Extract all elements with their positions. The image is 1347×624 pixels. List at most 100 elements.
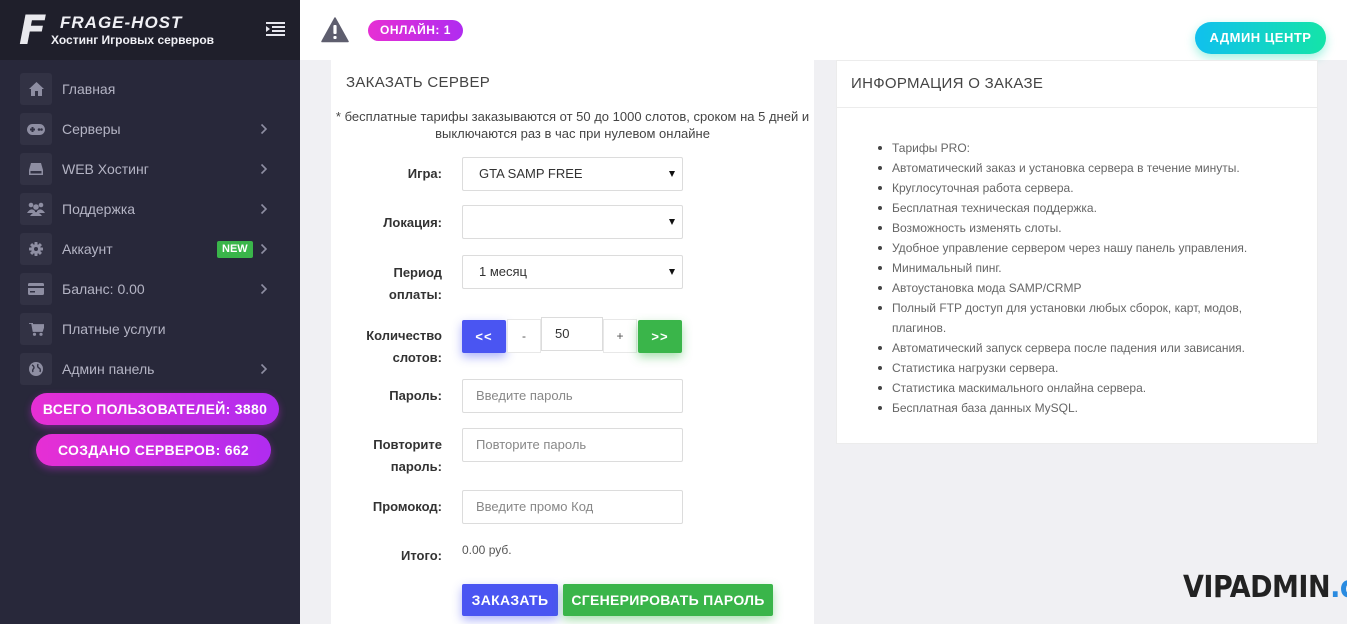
dropdown-arrow-icon bbox=[669, 171, 675, 177]
location-select[interactable] bbox=[462, 205, 683, 239]
list-item: Тарифы PRO: bbox=[878, 138, 1292, 158]
chevron-right-icon bbox=[260, 123, 268, 135]
dropdown-arrow-icon bbox=[669, 269, 675, 275]
menu-toggle-icon[interactable] bbox=[266, 22, 285, 36]
order-server-card: ЗАКАЗАТЬ СЕРВЕР * бесплатные тарифы зака… bbox=[331, 60, 814, 624]
password-label: Пароль: bbox=[389, 388, 442, 403]
watermark-main: VIPADMIN bbox=[1183, 569, 1331, 605]
sidebar-item-label: Поддержка bbox=[62, 201, 136, 217]
total-users-pill: ВСЕГО ПОЛЬЗОВАТЕЛЕЙ: 3880 bbox=[31, 393, 279, 425]
info-title: ИНФОРМАЦИЯ О ЗАКАЗЕ bbox=[851, 75, 1044, 92]
list-item: Автоустановка мода SAMP/CRMP bbox=[878, 278, 1292, 298]
chevron-right-icon bbox=[260, 283, 268, 295]
password-input[interactable]: Введите пароль bbox=[462, 379, 683, 413]
order-button[interactable]: ЗАКАЗАТЬ bbox=[462, 584, 558, 616]
period-label-line: оплаты: bbox=[388, 287, 442, 302]
sidebar-item-servers[interactable]: Серверы bbox=[0, 109, 300, 149]
period-label: Период оплаты: bbox=[389, 262, 442, 306]
admin-center-button[interactable]: АДМИН ЦЕНТР bbox=[1195, 22, 1326, 54]
warning-icon[interactable] bbox=[321, 17, 349, 43]
sidebar: F FRAGE-HOST Хостинг Игровых серверов Гл… bbox=[0, 0, 300, 624]
credit-card-icon bbox=[20, 273, 52, 305]
game-select[interactable]: GTA SAMP FREE bbox=[462, 157, 683, 191]
gamepad-icon bbox=[20, 113, 52, 145]
total-label: Итого: bbox=[401, 548, 442, 563]
game-label: Игра: bbox=[407, 166, 442, 181]
list-item: Удобное управление сервером через нашу п… bbox=[878, 238, 1292, 258]
sidebar-item-label: Баланс: 0.00 bbox=[62, 281, 145, 297]
info-list: Тарифы PRO: Автоматический заказ и устан… bbox=[878, 138, 1292, 418]
new-badge: NEW bbox=[217, 241, 253, 258]
total-value: 0.00 руб. bbox=[462, 543, 512, 557]
sidebar-menu: Главная Серверы WEB Хостинг Поддержка Ак… bbox=[0, 69, 300, 389]
chevron-right-icon bbox=[260, 243, 268, 255]
list-item: Минимальный пинг. bbox=[878, 258, 1292, 278]
hard-drive-icon bbox=[20, 153, 52, 185]
generate-password-button[interactable]: СГЕНЕРИРОВАТЬ ПАРОЛЬ bbox=[563, 584, 773, 616]
slots-max-button[interactable]: >> bbox=[638, 320, 682, 353]
list-item: Статистика нагрузки сервера. bbox=[878, 358, 1292, 378]
list-item: Возможность изменять слоты. bbox=[878, 218, 1292, 238]
list-item: Автоматический заказ и установка сервера… bbox=[878, 158, 1292, 178]
watermark-suffix: .club bbox=[1330, 569, 1347, 605]
watermark: VIPADMIN.club bbox=[1183, 569, 1347, 605]
brand-tagline: Хостинг Игровых серверов bbox=[51, 33, 215, 47]
sidebar-item-label: Аккаунт bbox=[62, 241, 113, 257]
sidebar-item-label: WEB Хостинг bbox=[62, 161, 149, 177]
list-item: Бесплатная база данных MySQL. bbox=[878, 398, 1292, 418]
promo-input[interactable]: Введите промо Код bbox=[462, 490, 683, 524]
repeat-label-line: пароль: bbox=[390, 459, 442, 474]
home-icon bbox=[20, 73, 52, 105]
location-label: Локация: bbox=[383, 215, 442, 230]
sidebar-item-admin-panel[interactable]: Админ панель bbox=[0, 349, 300, 389]
sidebar-item-label: Серверы bbox=[62, 121, 121, 137]
brand-logo[interactable]: F FRAGE-HOST Хостинг Игровых серверов bbox=[0, 0, 300, 60]
cart-icon bbox=[20, 313, 52, 345]
list-item: Статистика маскимального онлайна сервера… bbox=[878, 378, 1292, 398]
chevron-right-icon bbox=[260, 203, 268, 215]
chevron-right-icon bbox=[260, 163, 268, 175]
slots-label-line: Количество bbox=[366, 328, 442, 343]
sidebar-item-account[interactable]: Аккаунт NEW bbox=[0, 229, 300, 269]
sidebar-item-paid-services[interactable]: Платные услуги bbox=[0, 309, 300, 349]
gear-icon bbox=[20, 233, 52, 265]
globe-icon bbox=[20, 353, 52, 385]
topbar: ОНЛАЙН: 1 АДМИН ЦЕНТР bbox=[300, 0, 1347, 60]
dropdown-arrow-icon bbox=[669, 219, 675, 225]
period-select[interactable]: 1 месяц bbox=[462, 255, 683, 289]
slots-input[interactable]: 50 bbox=[541, 317, 603, 351]
logo-letter: F bbox=[19, 8, 47, 54]
slots-minus-button[interactable]: - bbox=[507, 319, 541, 353]
online-badge: ОНЛАЙН: 1 bbox=[368, 20, 463, 41]
sidebar-item-web-hosting[interactable]: WEB Хостинг bbox=[0, 149, 300, 189]
list-item: Круглосуточная работа сервера. bbox=[878, 178, 1292, 198]
sidebar-item-label: Платные услуги bbox=[62, 321, 166, 337]
divider bbox=[837, 107, 1317, 108]
list-item: Бесплатная техническая поддержка. bbox=[878, 198, 1292, 218]
repeat-password-label: Повторите пароль: bbox=[373, 434, 442, 478]
sidebar-item-balance[interactable]: Баланс: 0.00 bbox=[0, 269, 300, 309]
slots-label: Количество слотов: bbox=[366, 325, 442, 369]
list-item: Автоматический запуск сервера после паде… bbox=[878, 338, 1292, 358]
brand-name: FRAGE-HOST bbox=[60, 13, 183, 32]
sidebar-item-label: Админ панель bbox=[62, 361, 155, 377]
promo-label: Промокод: bbox=[372, 499, 442, 514]
repeat-label-line: Повторите bbox=[373, 437, 442, 452]
game-select-value: GTA SAMP FREE bbox=[479, 166, 583, 181]
repeat-password-input[interactable]: Повторите пароль bbox=[462, 428, 683, 462]
slots-min-button[interactable]: << bbox=[462, 320, 506, 353]
chevron-right-icon bbox=[260, 363, 268, 375]
sidebar-item-support[interactable]: Поддержка bbox=[0, 189, 300, 229]
order-info-card: ИНФОРМАЦИЯ О ЗАКАЗЕ Тарифы PRO: Автомати… bbox=[836, 60, 1318, 444]
order-title: ЗАКАЗАТЬ СЕРВЕР bbox=[346, 74, 491, 91]
order-note: * бесплатные тарифы заказываются от 50 д… bbox=[335, 109, 810, 141]
period-label-line: Период bbox=[393, 265, 442, 280]
slots-plus-button[interactable]: + bbox=[603, 319, 637, 353]
list-item: Полный FTP доступ для установки любых сб… bbox=[878, 298, 1292, 338]
created-servers-pill: СОЗДАНО СЕРВЕРОВ: 662 bbox=[36, 434, 271, 466]
sidebar-item-label: Главная bbox=[62, 81, 116, 97]
slots-label-line: слотов: bbox=[392, 350, 442, 365]
period-select-value: 1 месяц bbox=[479, 264, 527, 279]
users-icon bbox=[20, 193, 52, 225]
sidebar-item-home[interactable]: Главная bbox=[0, 69, 300, 109]
